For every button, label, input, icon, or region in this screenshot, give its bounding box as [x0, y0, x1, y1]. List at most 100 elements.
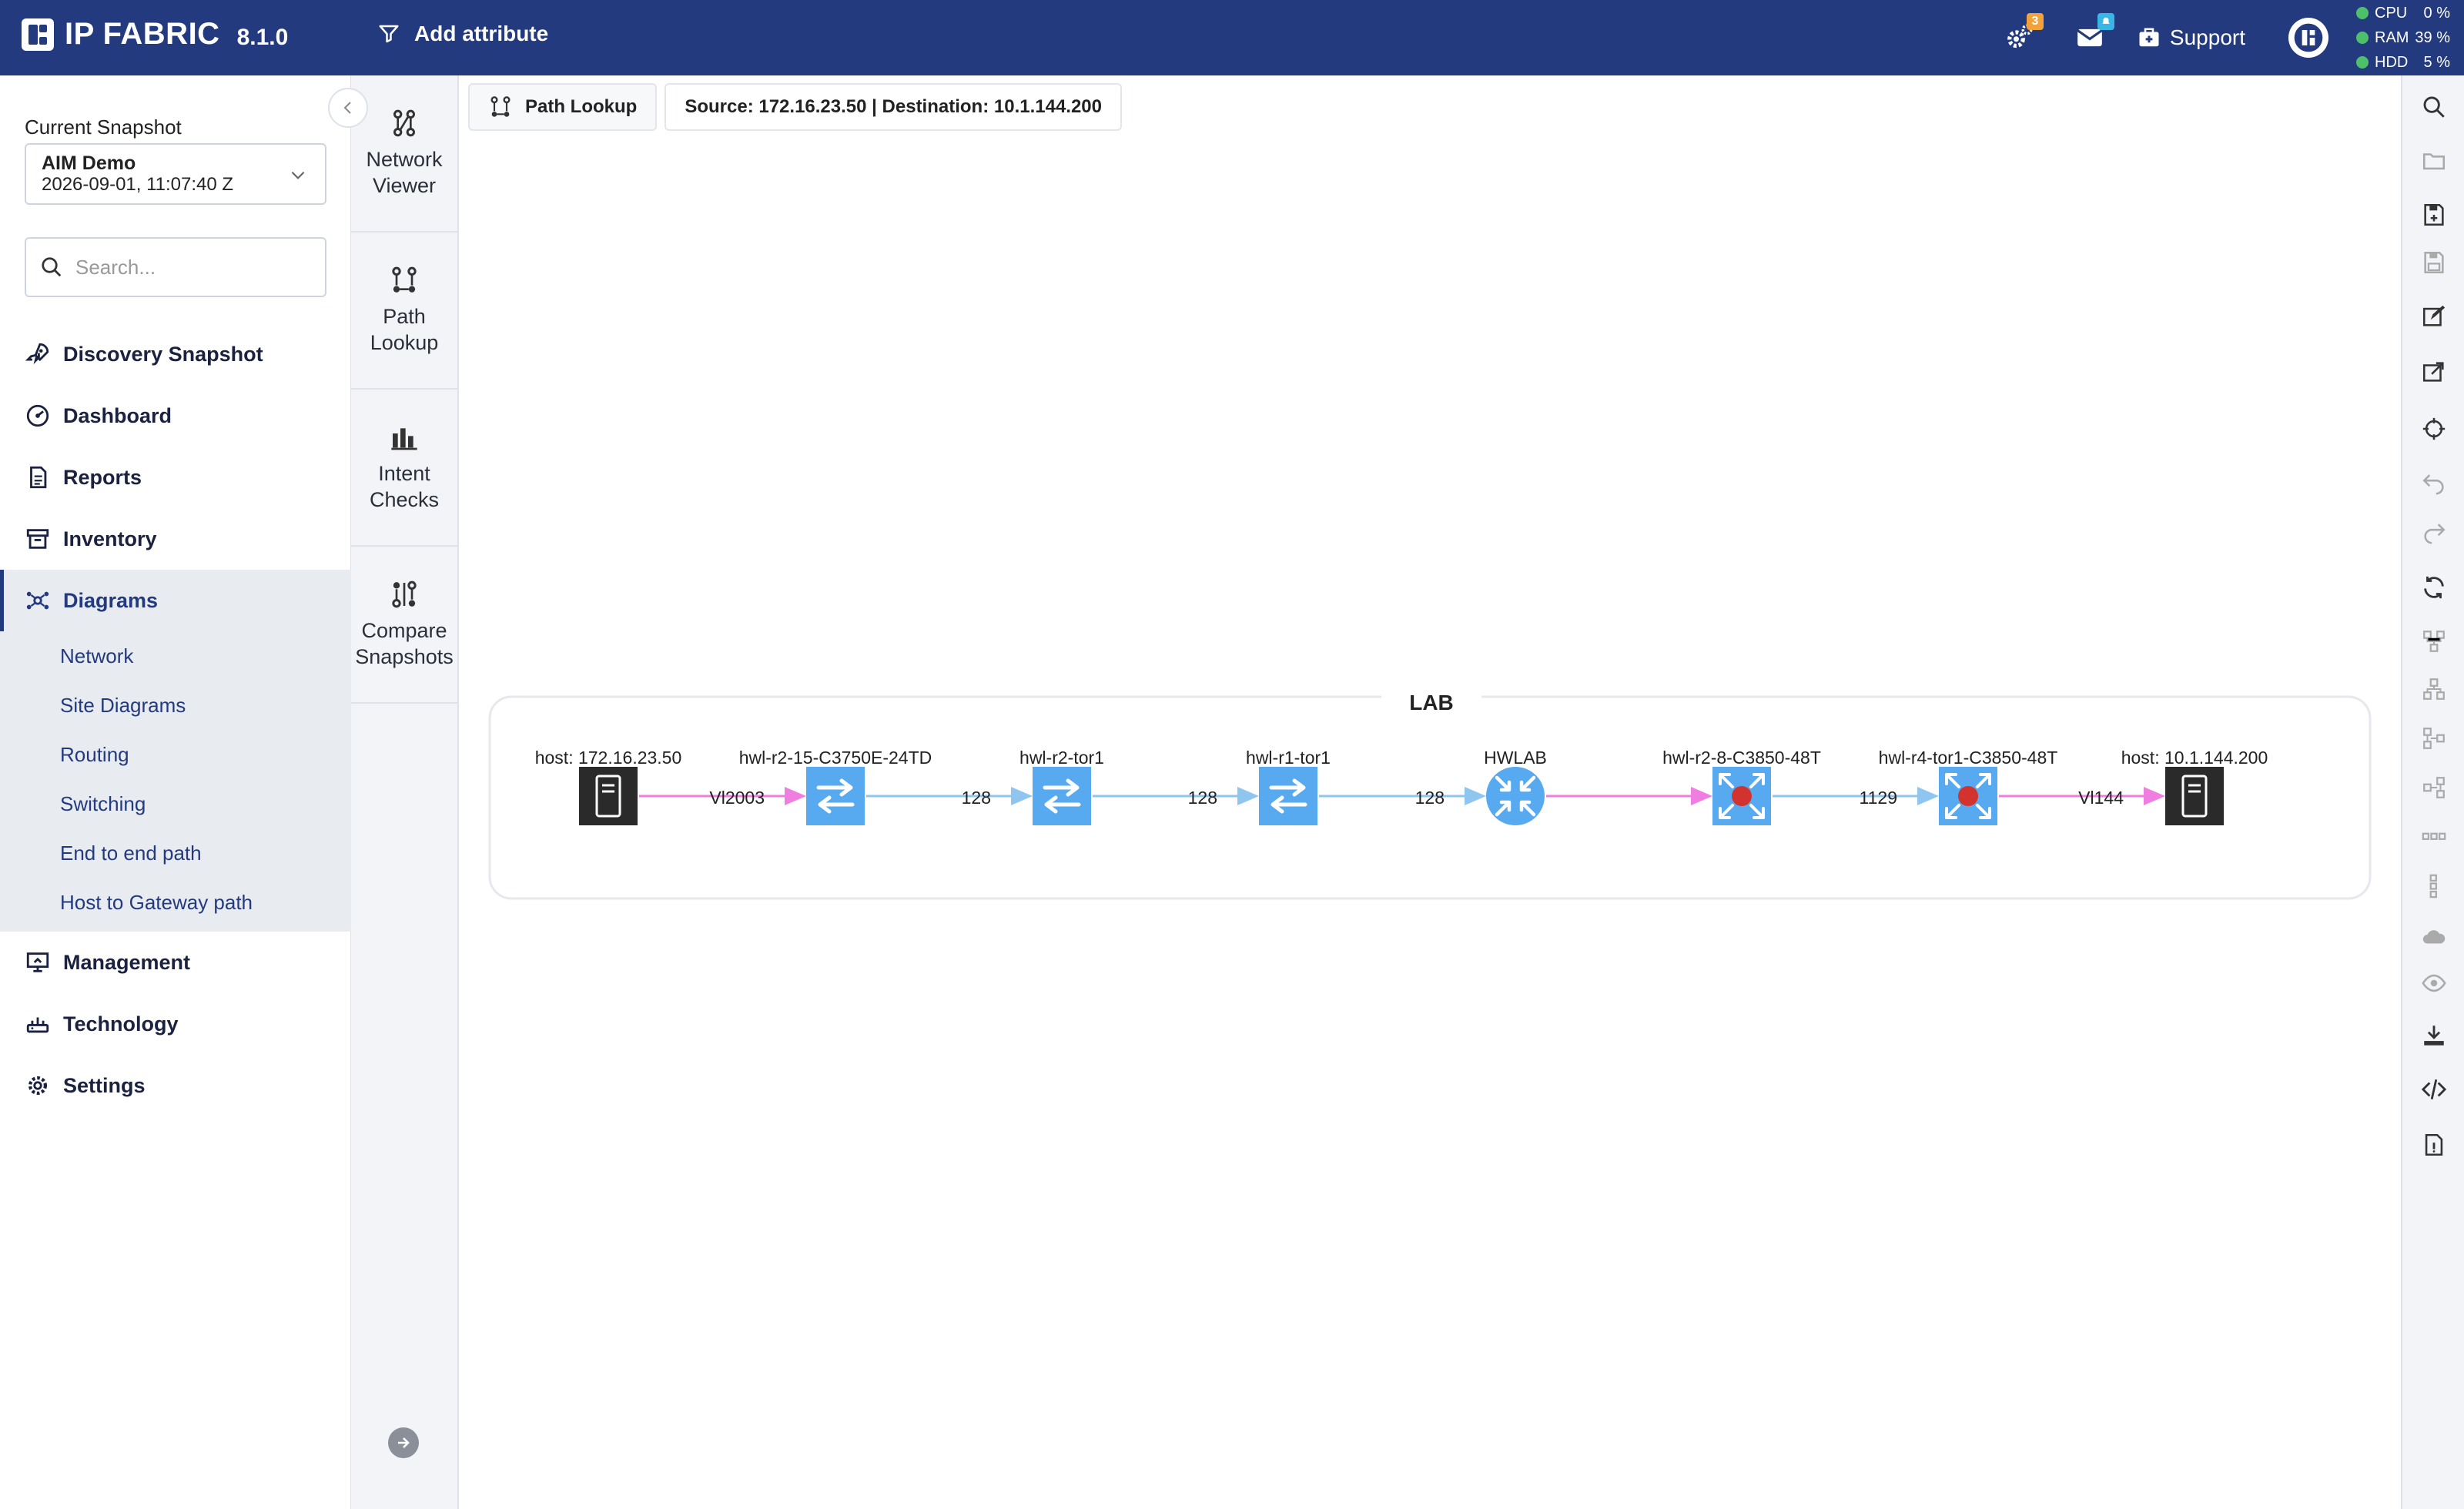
subnav-network[interactable]: Network	[0, 631, 351, 681]
collapse-sidebar-button[interactable]	[328, 88, 368, 128]
bell-icon	[2102, 17, 2110, 24]
nav-discovery-snapshot[interactable]: Discovery Snapshot	[0, 323, 351, 385]
device-label: host: 172.16.23.50	[535, 748, 682, 768]
messages-button[interactable]	[2073, 13, 2114, 55]
status-dot	[2356, 56, 2369, 69]
switch-icon	[1259, 767, 1317, 825]
right-toolbar	[2401, 75, 2464, 1509]
chevron-down-icon	[291, 171, 305, 179]
ram-stat: RAM 39 %	[2356, 26, 2450, 49]
report-icon	[30, 466, 47, 489]
fit-view-icon[interactable]	[2419, 414, 2449, 443]
stat-name: CPU	[2375, 4, 2408, 22]
path-diagram: LAB Vl2003 128 128 128 1129 Vl144 host: 172.1…	[488, 676, 2372, 900]
nav-diagrams[interactable]: Diagrams	[0, 570, 351, 631]
support-button[interactable]: Support	[2138, 25, 2245, 50]
tool-strip: Network Viewer Path Lookup Intent Checks Co…	[351, 75, 459, 1509]
status-dot	[1958, 786, 1978, 806]
subnav-end-to-end-path[interactable]: End to end path	[0, 828, 351, 878]
stat-name: HDD	[2375, 53, 2409, 71]
subnav-site-diagrams[interactable]: Site Diagrams	[0, 681, 351, 730]
layout-tree-icon[interactable]	[2419, 627, 2449, 656]
layout-right-icon[interactable]	[2419, 773, 2449, 802]
nav-inventory[interactable]: Inventory	[0, 508, 351, 570]
router-icon	[26, 1017, 49, 1033]
info-document-icon[interactable]	[2419, 1130, 2449, 1159]
medkit-icon	[2139, 28, 2159, 47]
archive-icon	[26, 529, 49, 549]
layout-vertical-icon[interactable]	[2419, 872, 2449, 901]
refresh-icon[interactable]	[2419, 573, 2449, 602]
code-icon[interactable]	[2419, 1075, 2449, 1104]
tool-path-lookup[interactable]: Path Lookup	[351, 233, 457, 390]
tool-network-viewer[interactable]: Network Viewer	[351, 75, 457, 233]
save-as-icon[interactable]	[2419, 200, 2449, 229]
share-icon[interactable]	[2419, 357, 2449, 386]
layout-hierarchy-icon[interactable]	[2419, 674, 2449, 704]
link-label: Vl2003	[709, 788, 765, 808]
subnav-host-to-gateway-path[interactable]: Host to Gateway path	[0, 878, 351, 927]
nav-reports[interactable]: Reports	[0, 447, 351, 508]
add-attribute-button[interactable]: Add attribute	[377, 22, 548, 46]
nav-management[interactable]: Management	[0, 932, 351, 993]
gear-icon	[28, 1076, 48, 1096]
open-folder-icon[interactable]	[2419, 146, 2449, 176]
search-icon	[42, 257, 62, 277]
snapshot-select[interactable]: AIM Demo 2026-09-01, 11:07:40 Z	[25, 143, 326, 205]
link-label: Vl144	[2078, 788, 2124, 808]
logo[interactable]: IP FABRIC 8.1.0	[22, 17, 288, 52]
device-label: hwl-r1-tor1	[1246, 748, 1331, 768]
nav-technology[interactable]: Technology	[0, 993, 351, 1055]
diagram-canvas[interactable]: Path Lookup Source: 172.16.23.50 | Desti…	[459, 75, 2401, 1509]
tool-label: Path Lookup	[370, 305, 439, 354]
search-input[interactable]	[75, 255, 306, 279]
cpu-stat: CPU 0 %	[2356, 2, 2450, 25]
compare-icon	[392, 581, 417, 608]
subnav-switching[interactable]: Switching	[0, 779, 351, 828]
diagrams-subnav: Network Site Diagrams Routing Switching …	[0, 631, 351, 932]
device-label: hwl-r2-15-C3750E-24TD	[739, 748, 932, 768]
nav-settings[interactable]: Settings	[0, 1055, 351, 1116]
nav-label: Reports	[63, 465, 142, 489]
nav-label: Settings	[63, 1073, 146, 1097]
search-icon[interactable]	[2419, 92, 2449, 122]
undo-icon[interactable]	[2419, 468, 2449, 497]
link-label: 128	[1415, 788, 1445, 808]
sidebar: Current Snapshot AIM Demo 2026-09-01, 11…	[0, 75, 351, 1509]
nav-label: Technology	[63, 1012, 179, 1036]
hdd-stat: HDD 5 %	[2356, 51, 2450, 74]
edit-icon[interactable]	[2419, 302, 2449, 331]
stat-value: 39 %	[2415, 28, 2450, 46]
app-name: IP FABRIC	[65, 17, 220, 51]
ip-fabric-logo-icon	[22, 18, 54, 51]
path-lookup-icon	[392, 266, 417, 293]
user-avatar[interactable]	[2288, 18, 2328, 58]
save-icon[interactable]	[2419, 248, 2449, 277]
expand-toolstrip-button[interactable]	[388, 1427, 419, 1458]
status-dot	[1732, 786, 1752, 806]
arrow-right-icon	[398, 1437, 410, 1448]
tool-label: Intent Checks	[369, 462, 440, 511]
support-label: Support	[2169, 25, 2245, 49]
tool-compare-snapshots[interactable]: Compare Snapshots	[351, 547, 457, 704]
snapshot-date: 2026-09-01, 11:07:40 Z	[42, 174, 234, 195]
search-box[interactable]	[25, 237, 326, 297]
download-icon[interactable]	[2419, 1021, 2449, 1050]
nav-label: Inventory	[63, 527, 157, 550]
layout-left-icon[interactable]	[2419, 724, 2449, 753]
tool-label: Compare Snapshots	[355, 619, 454, 668]
nav-dashboard[interactable]: Dashboard	[0, 385, 351, 447]
device-node[interactable]: HWLAB	[1484, 748, 1547, 825]
cloud-icon[interactable]	[2419, 922, 2449, 952]
settings-tasks-button[interactable]: 3	[2002, 13, 2044, 55]
tool-intent-checks[interactable]: Intent Checks	[351, 390, 457, 547]
eye-icon[interactable]	[2419, 969, 2449, 998]
redo-icon[interactable]	[2419, 517, 2449, 547]
nav-label: Discovery Snapshot	[63, 342, 263, 366]
subnav-routing[interactable]: Routing	[0, 730, 351, 779]
device-label: hwl-r4-tor1-C3850-48T	[1879, 748, 2058, 768]
layout-horizontal-icon[interactable]	[2419, 822, 2449, 852]
device-label: host: 10.1.144.200	[2121, 748, 2268, 768]
router-icon	[1486, 767, 1545, 825]
diagram-icon	[26, 591, 49, 610]
